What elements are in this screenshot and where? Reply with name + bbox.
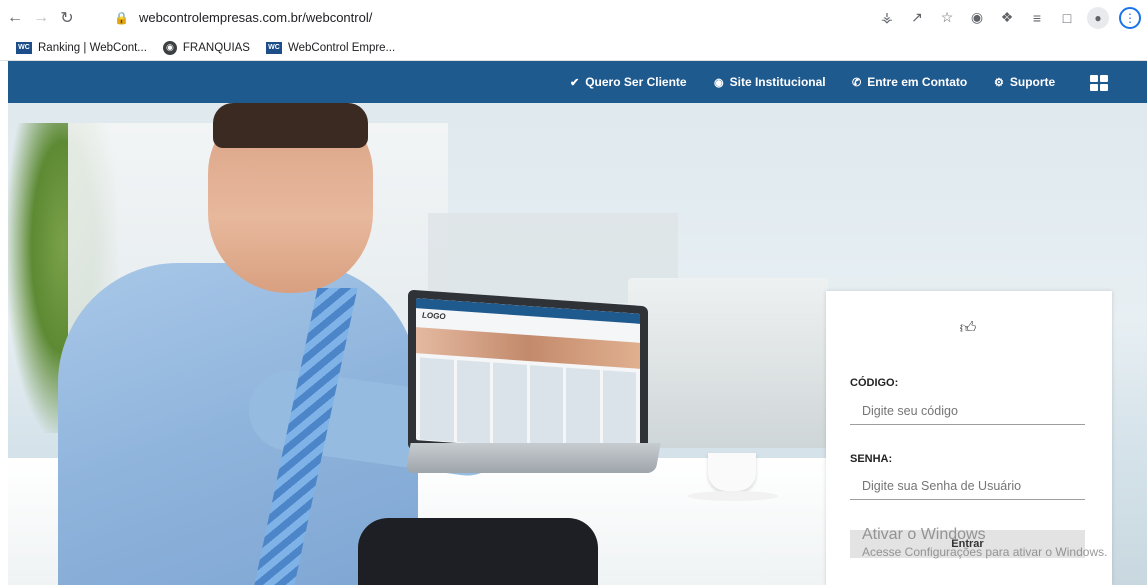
phone-icon: ✆ (852, 76, 862, 89)
nav-label: Site Institucional (729, 75, 826, 89)
code-label: CÓDIGO: (850, 377, 899, 389)
globe-icon: ◉ (162, 40, 177, 55)
saucer (688, 491, 778, 501)
url-text[interactable]: webcontrolempresas.com.br/webcontrol/ (139, 10, 372, 25)
extensions-icon[interactable]: ❖ (997, 8, 1017, 28)
laptop-base (405, 443, 661, 473)
address-bar[interactable]: 🔒 webcontrolempresas.com.br/webcontrol/ (100, 4, 895, 31)
windows-activation-watermark: Ativar o Windows Acesse Configurações pa… (862, 526, 1107, 559)
browser-actions: ⚶ ↗ ☆ ◉ ❖ ≡ □ ● ⋮ (877, 0, 1147, 35)
wc-favicon-icon: WC (16, 41, 32, 54)
forward-icon[interactable]: → (30, 7, 52, 29)
reading-list-icon[interactable]: ≡ (1027, 8, 1047, 28)
reload-icon[interactable]: ↻ (56, 7, 78, 29)
nav-quero-ser-cliente[interactable]: ✔ Quero Ser Cliente (570, 61, 687, 103)
apps-grid-icon[interactable] (1090, 75, 1108, 91)
watermark-title: Ativar o Windows (862, 526, 986, 543)
bookmarks-bar: WC Ranking | WebCont... ◉ FRANQUIAS WC W… (0, 35, 1147, 61)
profile-icon[interactable]: ● (1087, 6, 1109, 29)
bookmark-label: Ranking | WebCont... (38, 41, 147, 54)
nav-site-institucional[interactable]: ◉ Site Institucional (714, 61, 826, 103)
watermark-subtitle: Acesse Configurações para ativar o Windo… (862, 545, 1108, 559)
password-label: SENHA: (850, 453, 893, 465)
bookmark-webcontrol[interactable]: WC WebControl Empre... (265, 41, 396, 54)
password-input[interactable] (850, 472, 1085, 500)
laptop: LOGO (408, 289, 648, 467)
lock-icon[interactable]: 🔒 (114, 11, 129, 25)
camera-icon[interactable]: ◉ (967, 8, 987, 28)
globe-icon: ◉ (714, 76, 724, 89)
bookmark-franquias[interactable]: ◉ FRANQUIAS (162, 40, 250, 55)
side-panel-icon[interactable]: □ (1057, 8, 1077, 28)
gear-icon: ⚙ (994, 76, 1004, 89)
bookmark-ranking[interactable]: WC Ranking | WebCont... (16, 41, 147, 54)
star-icon[interactable]: ☆ (937, 8, 957, 28)
bookmark-label: FRANQUIAS (182, 41, 250, 54)
bookmark-label: WebControl Empre... (287, 41, 396, 54)
code-input[interactable] (850, 397, 1085, 425)
back-icon[interactable]: ← (4, 7, 26, 29)
nav-label: Quero Ser Cliente (585, 75, 687, 89)
nav-suporte[interactable]: ⚙ Suporte (994, 61, 1055, 103)
thumbs-up-icon: 👍︎ (959, 320, 977, 337)
nav-entre-em-contato[interactable]: ✆ Entre em Contato (852, 61, 967, 103)
key-icon[interactable]: ⚶ (877, 8, 897, 28)
background-machine (628, 278, 828, 448)
coffee-cup (708, 453, 756, 491)
nav-label: Suporte (1009, 75, 1056, 89)
laptop-screen: LOGO (416, 298, 640, 456)
nav-label: Entre em Contato (867, 75, 968, 89)
browser-toolbar: ← → ↻ 🔒 webcontrolempresas.com.br/webcon… (0, 0, 1147, 35)
share-icon[interactable]: ↗ (907, 8, 927, 28)
check-icon: ✔ (570, 76, 580, 89)
wc-favicon-icon: WC (265, 41, 282, 54)
site-navbar: ✔ Quero Ser Cliente ◉ Site Institucional… (8, 61, 1147, 103)
menu-icon[interactable]: ⋮ (1119, 6, 1141, 29)
